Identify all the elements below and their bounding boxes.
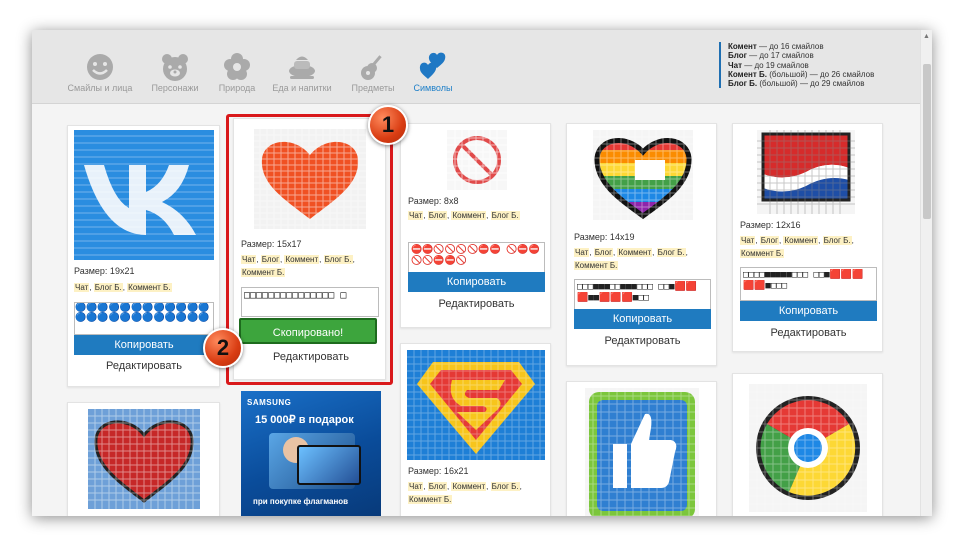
tag: Коммент Б. [740,249,785,258]
code-preview[interactable]: ⛔⛔🚫🚫🚫🚫⛔⛔ 🚫⛔⛔🚫🚫⛔⛔🚫 [408,242,545,274]
legend-item: Комент — до 16 смайлов [728,42,824,51]
edit-link[interactable]: Редактировать [740,327,877,339]
legend-item: Блог — до 17 смайлов [728,51,814,61]
art-size: Размер: 8х8 [408,196,459,206]
ad-brand: SAMSUNG [247,398,292,407]
size-legend: Комент — до 16 смайлов Блог — до 17 смай… [719,42,909,89]
step-badge-2: 2 [203,328,243,368]
category-food[interactable]: Еда и напитки [264,50,340,93]
tag: Коммент Б. [408,495,453,504]
copied-button[interactable]: Скопировано! [239,318,377,344]
tag: Коммент [451,482,487,491]
tag: Блог [427,211,448,220]
tag: Блог Б. [490,211,520,220]
category-symbols[interactable]: Символы [395,50,471,93]
tag: Чат [740,236,756,245]
emoji-art-card-like [566,381,717,516]
category-bar: Смайлы и лица Персонажи Природа Еда и на… [32,30,920,104]
tag: Коммент Б. [127,283,172,292]
category-label: Символы [413,83,453,93]
edit-link[interactable]: Редактировать [574,335,711,347]
art-size: Размер: 19х21 [74,266,135,276]
tag: Коммент [451,211,487,220]
tag-list: Чат, Блог Б., Коммент Б. [74,283,172,292]
emoji-art-card-vk: Размер: 19х21 Чат, Блог Б., Коммент Б. 🔵… [67,125,220,387]
tag: Коммент [617,248,653,257]
emoji-art-card-noentry: Размер: 8х8 Чат, Блог, Коммент, Блог Б. … [400,123,551,328]
ad-footer: при покупке флагманов [253,497,349,506]
tag: Коммент [783,236,819,245]
scroll-up-arrow-icon[interactable]: ▲ [923,33,930,40]
copy-button[interactable]: Копировать [740,301,877,321]
tag: Блог [759,236,780,245]
code-preview[interactable]: 🔵🔵🔵🔵🔵🔵🔵🔵🔵🔵🔵🔵 🔵🔵🔵🔵🔵🔵🔵🔵🔵🔵🔵🔵 [74,302,214,335]
tag: Блог Б. [490,482,520,491]
tag: Чат [574,248,590,257]
pepsi-logo-art [757,130,855,214]
code-preview[interactable]: □□□□■■■■■□□□ □□■🟥🟥🟥🟥🟥■□□□ [740,267,877,301]
art-size: Размер: 16х21 [408,466,469,476]
tag: Блог Б. [93,283,123,292]
vertical-scrollbar[interactable]: ▲ [920,30,932,516]
emoji-art-card-checkered-heart [67,402,220,516]
category-smileys[interactable]: Смайлы и лица [62,50,138,93]
copy-button[interactable]: Копировать [408,272,545,292]
superman-logo-art [407,350,545,460]
vk-logo-art [74,130,214,260]
tag: Блог Б. [822,236,852,245]
legend-item: Чат — до 19 смайлов [728,60,809,70]
tag: Чат [408,211,424,220]
smiley-icon [62,50,138,84]
tag: Чат [74,283,90,292]
tag-list: Чат, Блог, Коммент, Блог Б., Коммент Б. [740,236,854,258]
tag: Коммент Б. [574,261,619,270]
emoji-art-card-pepsi: Размер: 12х16 Чат, Блог, Коммент, Блог Б… [732,123,883,352]
code-preview[interactable]: □□□■■■□□■■■□□□ □□■🟥🟥🟥■■🟥🟥🟥■□□ [574,279,711,311]
hearts-icon [395,50,471,84]
tag-list: Чат, Блог, Коммент, Блог Б., Коммент Б. [408,482,522,504]
edit-link[interactable]: Редактировать [74,360,214,372]
art-size: Размер: 14х19 [574,232,635,242]
ad-tablet [297,445,361,485]
step-badge-1: 1 [368,105,408,145]
emoji-art-card-rainbow: Размер: 14х19 Чат, Блог, Коммент, Блог Б… [566,123,717,366]
copy-button[interactable]: Копировать [574,309,711,329]
scrollbar-thumb[interactable] [923,64,931,219]
copy-button[interactable]: Копировать [74,335,214,355]
no-entry-art [447,130,507,190]
tag: Блог [593,248,614,257]
art-size: Размер: 12х16 [740,220,801,230]
emoji-art-card-chrome [732,373,883,516]
category-label: Смайлы и лица [67,83,133,93]
browser-viewport: Смайлы и лица Персонажи Природа Еда и на… [32,30,932,516]
like-thumb-art [585,388,699,516]
tag-list: Чат, Блог, Коммент, Блог Б. [408,211,520,220]
edit-link[interactable]: Редактировать [408,298,545,310]
food-icon [264,50,340,84]
tag-list: Чат, Блог, Коммент, Блог Б., Коммент Б. [574,248,688,270]
checkered-heart-art [88,409,200,509]
category-label: Еда и напитки [272,83,332,93]
tag: Блог Б. [656,248,686,257]
rainbow-heart-art [593,130,693,220]
chrome-logo-art [749,384,867,512]
legend-item: Блог Б. (большой) — до 29 смайлов [728,79,865,89]
emoji-art-card-superman: Размер: 16х21 Чат, Блог, Коммент, Блог Б… [400,343,551,516]
ad-promo: 15 000₽ в подарок [255,414,354,426]
tag: Блог [427,482,448,491]
samsung-advertisement[interactable]: SAMSUNG 15 000₽ в подарок при покупке фл… [241,391,381,516]
tag: Чат [408,482,424,491]
legend-item: Комент Б. (большой) — до 26 смайлов [728,69,875,79]
